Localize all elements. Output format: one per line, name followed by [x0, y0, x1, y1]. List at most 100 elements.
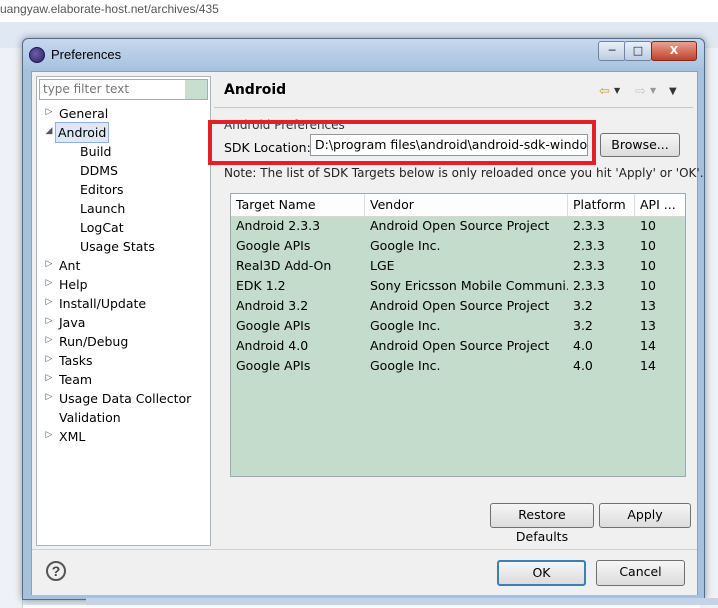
tree-item-label: Run/Debug [59, 334, 129, 349]
sdk-targets-table[interactable]: Target Name Vendor Platform API ... Andr… [230, 193, 686, 477]
tree-item[interactable]: ▷ Help [37, 274, 208, 293]
title-separator [214, 107, 693, 108]
maximize-button[interactable]: □ [624, 41, 652, 61]
dialog-titlebar[interactable]: Preferences ─ □ X [23, 39, 704, 69]
table-cell: Google APIs [236, 238, 311, 253]
tree-item-label: Usage Stats [80, 239, 155, 254]
view-menu-icon[interactable]: ▼ [669, 86, 677, 97]
table-row[interactable]: Real3D Add-On LGE 2.3.3 10 [231, 256, 685, 276]
tree-item[interactable]: ▷ Team [37, 369, 208, 388]
collapsed-arrow-icon[interactable]: ▷ [44, 331, 54, 350]
table-cell: 13 [640, 318, 656, 333]
table-row[interactable]: Android 2.3.3 Android Open Source Project… [231, 216, 685, 236]
tree-item[interactable]: Usage Stats [37, 236, 208, 255]
tree-item[interactable]: ▷ General [37, 103, 208, 122]
minimize-button[interactable]: ─ [598, 41, 626, 61]
preferences-dialog: Preferences ─ □ X ▷General◢AndroidBuildD… [22, 38, 705, 600]
table-row[interactable]: Google APIs Google Inc. 3.2 13 [231, 316, 685, 336]
tree-item[interactable]: ▷ Ant [37, 255, 208, 274]
tree-item[interactable]: Build [37, 141, 208, 160]
tree-item[interactable]: ▷ Java [37, 312, 208, 331]
table-cell: Real3D Add-On [236, 258, 332, 273]
collapsed-arrow-icon[interactable]: ▷ [44, 312, 54, 331]
tree-item[interactable]: Validation [37, 407, 208, 426]
tree-item[interactable]: ▷ Install/Update [37, 293, 208, 312]
column-api[interactable]: API ... [635, 194, 685, 216]
table-cell: LGE [370, 258, 395, 273]
collapsed-arrow-icon[interactable]: ▷ [44, 350, 54, 369]
table-cell: Android 3.2 [236, 298, 309, 313]
table-cell: Android 4.0 [236, 338, 309, 353]
tree-item[interactable]: LogCat [37, 217, 208, 236]
apply-button[interactable]: Apply [599, 503, 691, 528]
column-vendor[interactable]: Vendor [365, 194, 568, 216]
background-taskbar [86, 598, 718, 605]
collapsed-arrow-icon[interactable]: ▷ [44, 388, 54, 407]
tree-item[interactable]: ◢ Android [37, 122, 208, 143]
collapsed-arrow-icon[interactable]: ▷ [44, 293, 54, 312]
table-cell: 10 [640, 218, 656, 233]
tree-item-label: Build [80, 144, 112, 159]
table-cell: Sony Ericsson Mobile Communi... [370, 278, 568, 293]
clear-filter-icon[interactable] [185, 80, 207, 99]
table-row[interactable]: Google APIs Google Inc. 4.0 14 [231, 356, 685, 376]
tree-item-label: Java [59, 315, 86, 330]
reload-note: Note: The list of SDK Targets below is o… [224, 166, 704, 180]
tree-item-label: Install/Update [59, 296, 147, 311]
help-icon[interactable]: ? [46, 561, 66, 581]
close-button[interactable]: X [651, 41, 697, 61]
tree-item[interactable]: ▷ Tasks [37, 350, 208, 369]
preference-page: Android ⇦ ▼ ⇨ ▼ ▼ Android Preferences SD… [208, 76, 704, 544]
tree-item-label: DDMS [80, 163, 118, 178]
forward-arrow-icon: ⇨ [635, 84, 646, 99]
collapsed-arrow-icon[interactable]: ▷ [44, 369, 54, 388]
table-cell: EDK 1.2 [236, 278, 286, 293]
tree-item-label: Tasks [59, 353, 93, 368]
page-title: Android [224, 82, 287, 98]
tree-item[interactable]: ▷ Usage Data Collector [37, 388, 208, 407]
table-cell: 10 [640, 238, 656, 253]
tree-item[interactable]: ▷ XML [37, 426, 208, 445]
table-row[interactable]: Google APIs Google Inc. 2.3.3 10 [231, 236, 685, 256]
table-cell: Android Open Source Project [370, 218, 550, 233]
filter-field[interactable] [39, 79, 208, 100]
tree-item-label: Usage Data Collector [59, 391, 192, 406]
table-cell: 13 [640, 298, 656, 313]
expanded-arrow-icon[interactable]: ◢ [44, 122, 54, 141]
filter-input[interactable] [40, 80, 182, 97]
table-cell: Google APIs [236, 318, 311, 333]
red-highlight-box [208, 120, 596, 165]
browser-url-text: uangyaw.elaborate-host.net/archives/435 [0, 2, 219, 16]
table-cell: 2.3.3 [573, 278, 605, 293]
collapsed-arrow-icon[interactable]: ▷ [44, 274, 54, 293]
ok-button[interactable]: OK [497, 560, 586, 586]
table-cell: 4.0 [573, 358, 593, 373]
restore-defaults-button[interactable]: Restore Defaults [490, 503, 594, 544]
tree-item[interactable]: DDMS [37, 160, 208, 179]
column-target-name[interactable]: Target Name [231, 194, 365, 216]
collapsed-arrow-icon[interactable]: ▷ [44, 426, 54, 445]
table-row[interactable]: Android 3.2 Android Open Source Project 3.… [231, 296, 685, 316]
table-row[interactable]: Android 4.0 Android Open Source Project 4.… [231, 336, 685, 356]
table-cell: 3.2 [573, 318, 593, 333]
tree-item[interactable]: Editors [37, 179, 208, 198]
dialog-title: Preferences [51, 47, 122, 62]
table-cell: 4.0 [573, 338, 593, 353]
cancel-button[interactable]: Cancel [596, 560, 685, 586]
browse-button[interactable]: Browse... [600, 133, 680, 157]
back-arrow-icon[interactable]: ⇦ [599, 84, 610, 99]
table-cell: Android Open Source Project [370, 338, 550, 353]
collapsed-arrow-icon[interactable]: ▷ [44, 255, 54, 274]
tree-item-label: Help [59, 277, 88, 292]
tree-item[interactable]: ▷ Run/Debug [37, 331, 208, 350]
eclipse-icon [29, 47, 45, 63]
table-cell: 14 [640, 338, 656, 353]
tree-item-label: General [59, 106, 109, 121]
collapsed-arrow-icon[interactable]: ▷ [44, 103, 54, 122]
table-row[interactable]: EDK 1.2 Sony Ericsson Mobile Communi... 2.… [231, 276, 685, 296]
tree-item[interactable]: Launch [37, 198, 208, 217]
column-platform[interactable]: Platform [568, 194, 635, 216]
back-dropdown-icon[interactable]: ▼ [614, 86, 620, 95]
table-cell: 2.3.3 [573, 238, 605, 253]
tree-item-label: Team [59, 372, 93, 387]
